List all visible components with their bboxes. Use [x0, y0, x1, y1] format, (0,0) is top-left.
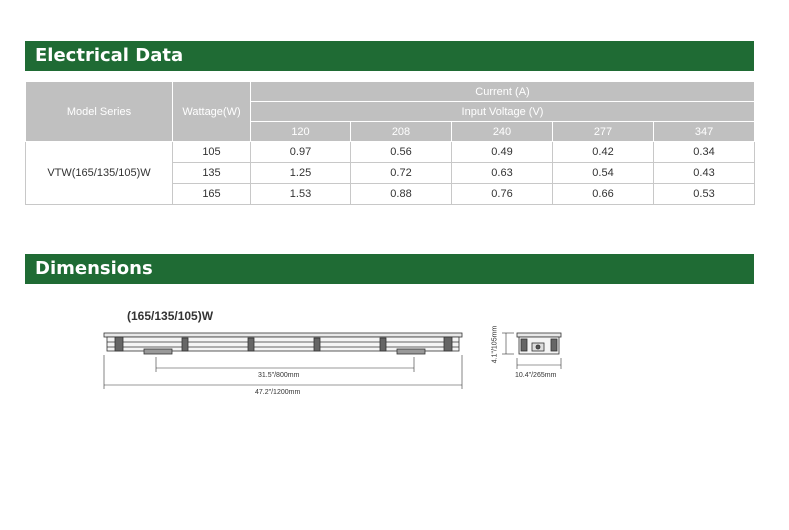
width-dimension-line: [516, 358, 562, 369]
fixture-drawing: [103, 332, 562, 389]
width-label: 10.4"/265mm: [515, 372, 557, 379]
height-dimension-line: [502, 332, 514, 355]
fixture-side-view: [103, 332, 463, 355]
overall-length-label: 47.2"/1200mm: [255, 389, 301, 396]
fixture-end-view: [516, 332, 562, 355]
inner-length-label: 31.5"/800mm: [258, 372, 300, 379]
height-label: 4.1"/105mm: [491, 325, 499, 364]
inner-length-dimension-line: [155, 357, 415, 372]
